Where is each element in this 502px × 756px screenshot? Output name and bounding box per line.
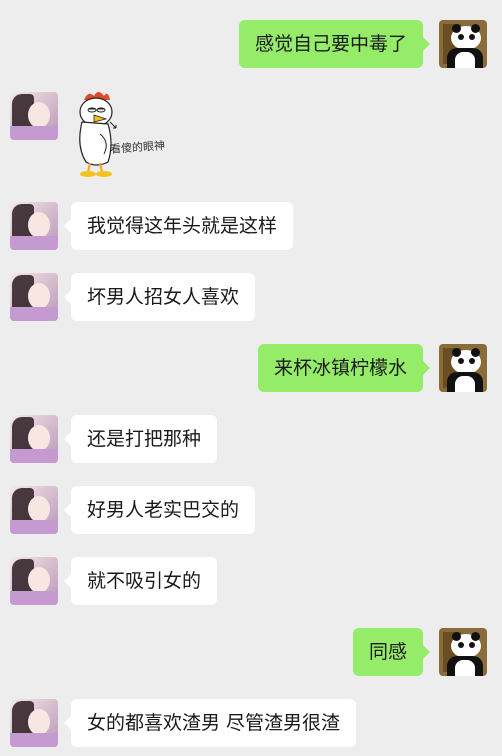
message-bubble-outgoing[interactable]: 来杯冰镇柠檬水 [257,344,431,392]
message-bubble-incoming[interactable]: 好男人老实巴交的 [63,486,256,534]
message-bubble-incoming[interactable]: 我觉得这年头就是这样 [63,202,294,250]
rooster-sticker[interactable] [66,88,166,180]
panda-avatar[interactable] [439,628,487,676]
panda-avatar[interactable] [439,20,487,68]
panda-avatar[interactable] [439,344,487,392]
message-bubble-outgoing[interactable]: 同感 [352,628,431,676]
contact-avatar[interactable] [10,92,58,140]
message-bubble-incoming[interactable]: 女的都喜欢渣男 尽管渣男很渣 [63,699,357,747]
contact-avatar[interactable] [10,273,58,321]
contact-avatar[interactable] [10,486,58,534]
contact-avatar[interactable] [10,202,58,250]
message-bubble-incoming[interactable]: 坏男人招女人喜欢 [63,273,256,321]
contact-avatar[interactable] [10,557,58,605]
message-bubble-outgoing[interactable]: 感觉自己要中毒了 [238,20,431,68]
message-bubble-incoming[interactable]: 就不吸引女的 [63,557,218,605]
contact-avatar[interactable] [10,699,58,747]
message-bubble-incoming[interactable]: 还是打把那种 [63,415,218,463]
contact-avatar[interactable] [10,415,58,463]
